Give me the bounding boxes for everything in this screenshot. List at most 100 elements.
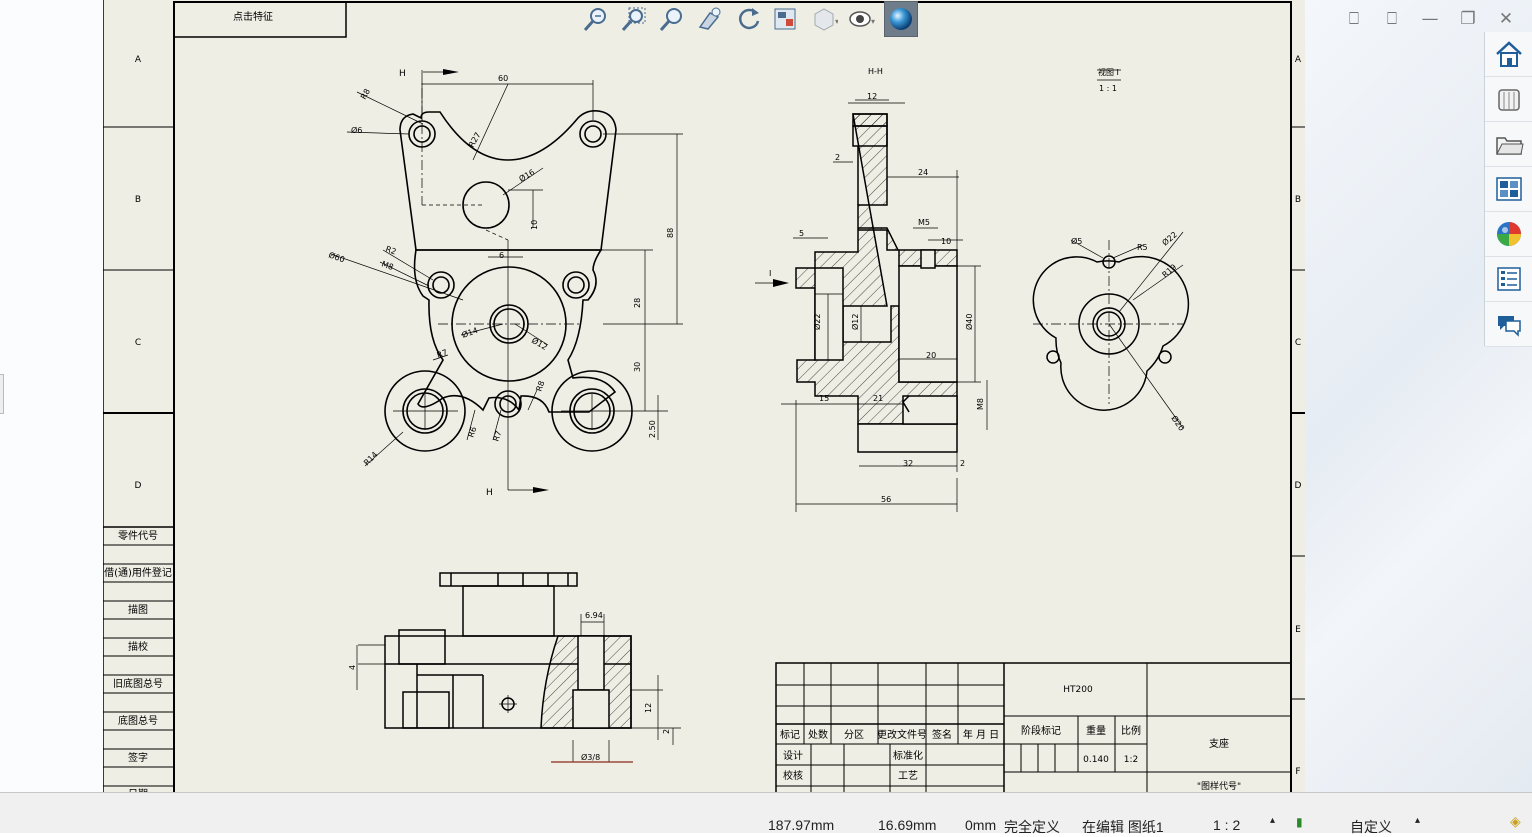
title-block-header: 年 月 日: [963, 728, 999, 741]
title-block-row-label: 工艺: [898, 770, 918, 782]
title-block-row-label: 标准化: [893, 749, 923, 762]
minimize-button[interactable]: —: [1419, 8, 1441, 30]
appearance-icon: [890, 8, 912, 30]
front-view-dimensions: [330, 80, 683, 467]
dim-text: M8: [976, 398, 985, 410]
zone-letter-right-f: F: [1295, 767, 1300, 777]
dim-text: R8: [534, 380, 546, 393]
section-marker-bottom: H: [486, 488, 493, 498]
svg-text:▾: ▾: [871, 17, 875, 26]
dim-text: Ø60: [327, 249, 346, 264]
rotate-view-button[interactable]: [732, 2, 764, 36]
task-pane-home[interactable]: [1485, 32, 1532, 77]
zone-letter-left-d: D: [135, 481, 142, 491]
task-pane-custom-properties[interactable]: [1485, 257, 1532, 302]
restore-right-button[interactable]: ⎕: [1381, 8, 1403, 30]
restore-left-button[interactable]: ⎕: [1343, 8, 1365, 30]
section-view-icon: [774, 8, 796, 30]
left-panel: [0, 0, 103, 792]
zoom-to-area-button[interactable]: [618, 2, 650, 36]
title-block-header: 处数: [808, 728, 828, 741]
dim-text: Ø14: [460, 325, 479, 340]
previous-view-button[interactable]: [694, 2, 726, 36]
dim-text: R5: [1137, 243, 1148, 252]
dim-text: Ø3/8: [581, 752, 600, 762]
task-pane-forum[interactable]: [1485, 302, 1532, 347]
file-explorer-icon: [1496, 137, 1524, 155]
side-table-label: 描图: [128, 603, 148, 616]
dim-text: 88: [666, 228, 675, 238]
title-block-header: 标记: [780, 729, 800, 741]
dim-text: 6: [499, 251, 504, 260]
title-block-scale-label: 比例: [1121, 724, 1141, 737]
task-pane-design-library[interactable]: [1485, 77, 1532, 122]
zone-letter-left-b: B: [135, 195, 141, 205]
dim-text: R14: [362, 450, 380, 468]
task-pane: [1484, 32, 1532, 347]
window-controls: ⎕ ⎕ — ❐ ✕: [1343, 8, 1517, 30]
dim-text: 2: [662, 729, 671, 734]
task-pane-file-explorer[interactable]: [1485, 122, 1532, 167]
appearance-button[interactable]: [884, 1, 918, 37]
section-view-button[interactable]: [770, 2, 802, 36]
dim-text: 2.50: [648, 420, 657, 438]
design-library-icon: [1498, 89, 1520, 111]
scale-up-arrow-icon[interactable]: ▴: [1270, 815, 1275, 826]
forum-icon: [1498, 316, 1521, 337]
title-block-row-label: 校核: [783, 769, 803, 782]
view-scale: 1 : 1: [1099, 84, 1117, 93]
status-definition-state: 完全定义: [1004, 819, 1060, 835]
dim-text: 24: [918, 168, 928, 177]
status-sheet-scale[interactable]: 1 : 2: [1213, 817, 1240, 833]
zoom-to-fit-button[interactable]: [580, 2, 612, 36]
zone-letter-left-a: A: [135, 55, 142, 65]
dim-text: Ø16: [517, 167, 536, 184]
zone-letter-right-e: E: [1295, 625, 1301, 635]
close-button[interactable]: ✕: [1495, 8, 1517, 30]
hide-show-items-button[interactable]: ▾: [846, 2, 878, 36]
dim-text: Ø20: [1169, 413, 1187, 432]
display-style-icon: ▾: [814, 8, 838, 31]
title-block-header: 更改文件号: [877, 728, 927, 741]
tag-icon[interactable]: ◈: [1510, 813, 1521, 830]
dim-text: 12: [644, 703, 653, 713]
auxiliary-view-dimensions: [1033, 69, 1184, 429]
dim-text: Ø6: [351, 125, 362, 135]
svg-text:▾: ▾: [835, 17, 838, 26]
dim-text: 2: [960, 459, 965, 468]
dim-text: 28: [633, 298, 642, 308]
dim-text: Ø22: [1160, 229, 1179, 247]
dim-text: Ø5: [1071, 236, 1082, 246]
display-style-button[interactable]: ▾: [808, 2, 840, 36]
status-units[interactable]: 自定义: [1350, 817, 1392, 837]
view-label: 视图 I: [1098, 67, 1119, 77]
section-label: H-H: [868, 67, 883, 76]
zone-letter-right-b: B: [1295, 195, 1301, 205]
dim-text: R8: [359, 87, 372, 101]
right-panel: ⎕ ⎕ — ❐ ✕: [1305, 0, 1532, 792]
hide-show-icon: ▾: [849, 11, 875, 27]
dim-text: R19: [1161, 263, 1179, 280]
drawing-sheet[interactable]: A B C D A B C D E F 点击特征 零件代号 借(通)用件登记 描…: [102, 0, 1305, 803]
title-block-header: 分区: [844, 729, 864, 741]
heads-up-view-toolbar: ▾ ▾: [580, 0, 918, 38]
zoom-in-out-button[interactable]: [656, 2, 688, 36]
maximize-button[interactable]: ❐: [1457, 8, 1479, 30]
task-pane-appearances[interactable]: [1485, 212, 1532, 257]
status-editing[interactable]: 在编辑 图纸1: [1082, 817, 1164, 837]
rebuild-indicator-icon[interactable]: ▮: [1296, 815, 1303, 829]
status-y-coordinate: 16.69mm: [878, 817, 937, 833]
dim-text: 30: [633, 362, 642, 372]
dim-text: 20: [926, 351, 936, 360]
status-z-coordinate: 0mm: [965, 817, 997, 833]
custom-properties-icon: [1497, 267, 1521, 291]
side-table-label: 底图总号: [118, 714, 158, 727]
units-up-arrow-icon[interactable]: ▴: [1415, 815, 1420, 826]
dim-text: 5: [799, 229, 804, 238]
panel-collapse-handle[interactable]: [0, 374, 4, 414]
dim-text: M5: [918, 218, 930, 227]
title-block-weight: 0.140: [1083, 755, 1109, 765]
task-pane-view-palette[interactable]: [1485, 167, 1532, 212]
dim-text: 56: [881, 495, 891, 504]
zone-letter-right-a: A: [1295, 55, 1302, 65]
